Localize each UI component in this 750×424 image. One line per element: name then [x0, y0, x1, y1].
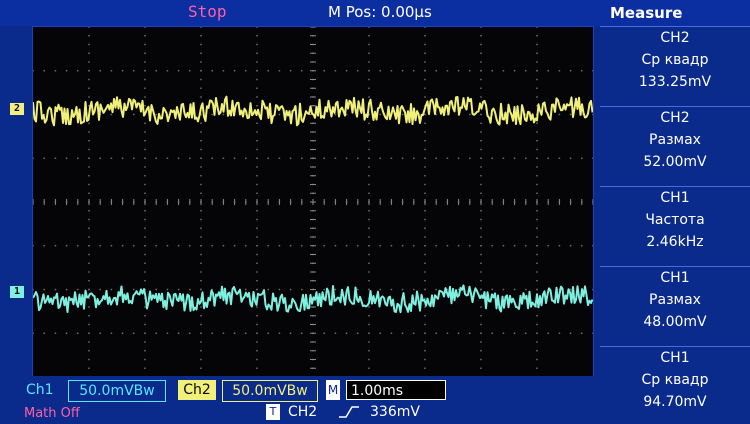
- graticule: [33, 27, 593, 377]
- measure-channel: CH1: [660, 270, 690, 286]
- measure-value: 48.00mV: [643, 314, 707, 330]
- measure-panel: Measure CH2 Ср квадр 133.25mV CH2 Размах…: [600, 0, 750, 424]
- waveform-display: [32, 26, 594, 378]
- measure-type: Размах: [649, 132, 701, 148]
- ch2-ground-marker: 2: [10, 103, 24, 115]
- measure-item-3[interactable]: CH1 Частота 2.46kHz: [600, 186, 750, 258]
- measure-item-5[interactable]: CH1 Ср квадр 94.70mV: [600, 346, 750, 418]
- bottom-status-bar: Ch1 50.0mVBw Ch2 50.0mVBw M 1.00ms Math …: [0, 376, 600, 424]
- trigger-source: CH2: [288, 404, 318, 420]
- measure-channel: CH1: [660, 350, 690, 366]
- measure-channel: CH1: [660, 190, 690, 206]
- measure-title: Measure: [600, 0, 750, 26]
- measure-value: 94.70mV: [643, 394, 707, 410]
- measure-type: Ср квадр: [641, 52, 709, 68]
- ch2-label: Ch2: [178, 380, 216, 400]
- trigger-level: 336mV: [370, 404, 420, 420]
- measure-item-1[interactable]: CH2 Ср квадр 133.25mV: [600, 26, 750, 98]
- timebase-scale: 1.00ms: [346, 380, 446, 400]
- measure-channel: CH2: [660, 30, 690, 46]
- trigger-label: T: [266, 404, 280, 420]
- measure-item-4[interactable]: CH1 Размах 48.00mV: [600, 266, 750, 338]
- ch1-scale: 50.0mVBw: [68, 380, 166, 402]
- ch2-scale: 50.0mVBw: [222, 380, 318, 402]
- ch2-waveform: [33, 95, 593, 127]
- timebase-label: M: [326, 380, 340, 400]
- horizontal-position: M Pos: 0.00µs: [328, 3, 432, 21]
- top-status-bar: Stop M Pos: 0.00µs: [0, 0, 600, 26]
- rising-edge-icon: [338, 404, 360, 424]
- measure-type: Частота: [645, 212, 705, 228]
- ch1-ground-marker: 1: [10, 286, 24, 298]
- math-status: Math Off: [24, 406, 80, 421]
- measure-channel: CH2: [660, 110, 690, 126]
- measure-value: 52.00mV: [643, 154, 707, 170]
- acquisition-status: Stop: [188, 2, 227, 21]
- ch1-label: Ch1: [26, 382, 54, 398]
- measure-value: 2.46kHz: [646, 234, 704, 250]
- measure-type: Ср квадр: [641, 372, 709, 388]
- measure-type: Размах: [649, 292, 701, 308]
- measure-item-2[interactable]: CH2 Размах 52.00mV: [600, 106, 750, 178]
- measure-value: 133.25mV: [638, 74, 712, 90]
